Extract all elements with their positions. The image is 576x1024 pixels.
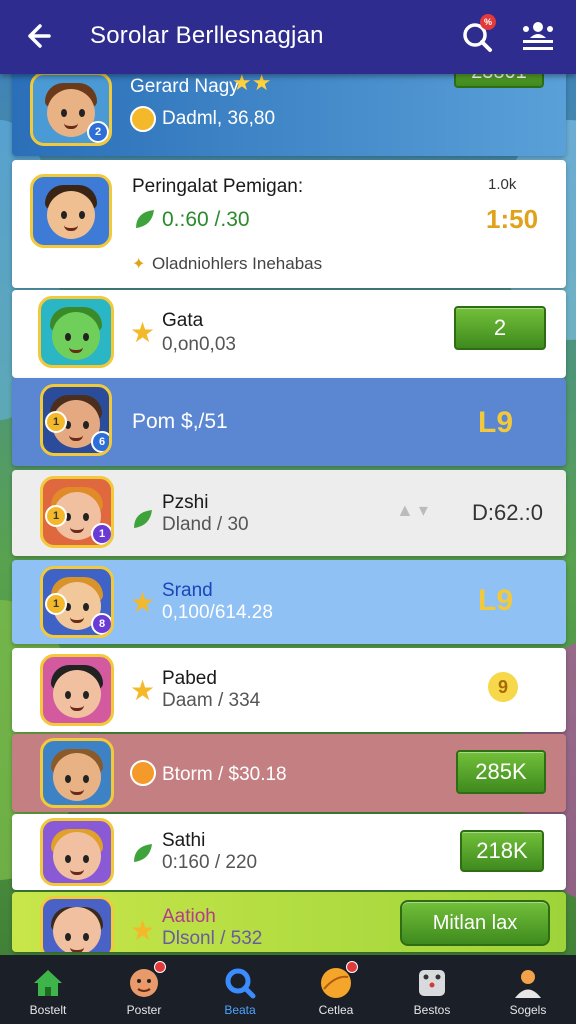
page-title: Sorolar Berllesnagjan (90, 22, 324, 49)
player-avatar: 1 6 (40, 384, 112, 456)
coin-badge-icon: 1 (91, 523, 111, 545)
player-avatar: 2 (30, 72, 112, 146)
nav-label: Sogels (509, 1003, 547, 1017)
player-name: Pabed (162, 668, 217, 689)
notification-dot (154, 961, 166, 973)
coin-badge-icon: 8 (91, 613, 111, 635)
player-score: 0:160 / 220 (162, 852, 258, 873)
player-avatar (40, 654, 114, 726)
coin-badge-icon: 1 (45, 593, 67, 615)
star-icon: ★ (130, 915, 156, 946)
leaf-icon (130, 840, 156, 866)
nav-item-sogels[interactable]: Sogels (480, 955, 576, 1024)
leaderboard-row[interactable]: 1 1 Pzshi Dland / 30 ▲ ▾ D:62.:0 (12, 470, 566, 556)
player-name: Btorm / $30.18 (162, 764, 287, 785)
rank-value: L9 (478, 584, 514, 617)
player-score: Dlsonl / 532 (162, 928, 263, 949)
leaderboard-row[interactable]: ★ Aatioh Dlsonl / 532 Mitlan lax (12, 892, 566, 952)
score-button[interactable]: 285K (456, 750, 546, 794)
player-name: Peringalat Pemigan: (132, 176, 304, 197)
nav-label: Bestos (413, 1003, 451, 1017)
player-score: 0,100/614.28 (162, 602, 273, 623)
leaderboard-row[interactable]: 2 Gerard Nagy ★★ Dadml, 36,80 23801 (12, 66, 566, 156)
star-icon: ★ (130, 317, 156, 348)
player-score: 0.:60 /.30 (162, 208, 250, 231)
bottom-nav: Bostelt Poster Beata Cetlea Bestos Sogel… (0, 955, 576, 1024)
level-badge-icon: 2 (87, 121, 109, 143)
sparkle-icon: ✦ (132, 256, 146, 273)
player-name: Pom $,/51 (132, 410, 228, 433)
nav-label: Cetlea (318, 1003, 354, 1017)
coin-icon (130, 106, 156, 132)
profile-list-button[interactable] (518, 16, 558, 56)
score-value: D:62.:0 (472, 500, 543, 525)
score-value: 1:50 (486, 204, 539, 234)
row-note: Oladniohlers Inehabas (152, 254, 323, 273)
coin-icon (130, 760, 156, 786)
leaderboard-row[interactable]: 1 8 ★ Srand 0,100/614.28 L9 (12, 560, 566, 644)
leaderboard-row[interactable]: Peringalat Pemigan: 0.:60 /.30 1.0k 1:50… (12, 160, 566, 288)
arrow-left-icon (28, 24, 51, 48)
nav-item-home[interactable]: Bostelt (0, 955, 96, 1024)
player-name: Srand (162, 580, 213, 601)
nav-label: Poster (126, 1003, 162, 1017)
score-button[interactable]: 2 (454, 306, 546, 350)
meta-value: 1.0k (488, 176, 517, 193)
player-name: Aatioh (162, 906, 216, 927)
nav-item-beata[interactable]: Beata (192, 955, 288, 1024)
score-button[interactable]: 218K (460, 830, 544, 872)
player-score: Dland / 30 (162, 514, 249, 535)
profile-list-icon (523, 22, 553, 50)
player-avatar (30, 174, 112, 248)
player-name: Sathi (162, 830, 206, 851)
leaf-icon (130, 506, 156, 532)
nav-item-cetlea[interactable]: Cetlea (288, 955, 384, 1024)
user-icon (515, 970, 541, 998)
nav-item-poster[interactable]: Poster (96, 955, 192, 1024)
score-coin: 9 (488, 672, 518, 702)
nav-label: Beata (224, 1003, 256, 1017)
player-score: Dadml, 36,80 (162, 108, 276, 129)
player-name: Pzshi (162, 492, 209, 513)
bell-icon: ▲ ▾ (396, 500, 428, 520)
notification-dot (346, 961, 358, 973)
leaf-icon (132, 206, 158, 232)
leaderboard-row[interactable]: 1 6 Pom $,/51 L9 (12, 378, 566, 466)
leaderboard-row[interactable]: ★ Gata 0,on0,03 2 (12, 290, 566, 378)
player-avatar (40, 818, 114, 886)
player-avatar (40, 896, 114, 952)
coin-badge-icon: 1 (45, 411, 67, 433)
player-avatar: 1 8 (40, 566, 114, 638)
player-score: Daam / 334 (162, 690, 261, 711)
back-button[interactable] (20, 18, 54, 54)
notification-badge: % (480, 14, 496, 30)
player-avatar: 1 1 (40, 476, 114, 548)
star-icon: ★ (130, 675, 156, 706)
leaderboard-row[interactable]: Btorm / $30.18 285K (12, 734, 566, 812)
nav-item-bestos[interactable]: Bestos (384, 955, 480, 1024)
player-avatar (40, 738, 114, 808)
star-icon: ★ (130, 587, 156, 618)
primary-action-button[interactable]: Mitlan lax (400, 900, 550, 946)
player-name: Gerard Nagy (130, 76, 239, 97)
player-avatar (38, 296, 114, 368)
nav-label: Bostelt (29, 1003, 67, 1017)
leaderboard-row[interactable]: Sathi 0:160 / 220 218K (12, 814, 566, 890)
leaderboard-row[interactable]: ★ Pabed Daam / 334 9 (12, 648, 566, 732)
search-button[interactable]: % (458, 14, 498, 56)
rank-value: L9 (478, 406, 514, 439)
gear-search-icon (225, 968, 256, 999)
coin-badge-icon: 1 (45, 505, 67, 527)
dice-icon (419, 970, 445, 996)
player-score: 0,on0,03 (162, 334, 236, 355)
home-icon (34, 970, 62, 996)
player-name: Gata (162, 310, 204, 331)
app-header: Sorolar Berllesnagjan % (0, 0, 576, 74)
coin-badge-icon: 6 (91, 431, 109, 453)
